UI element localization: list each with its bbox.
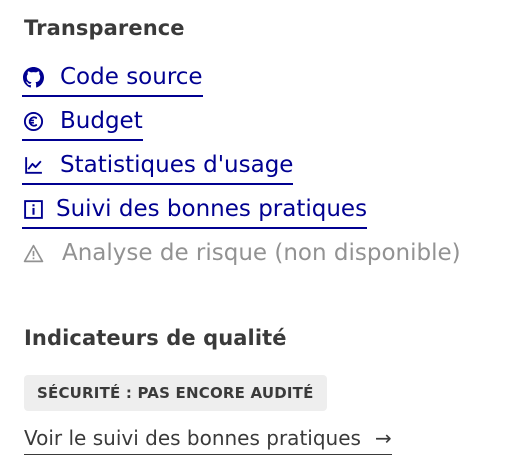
line-chart-icon	[22, 154, 44, 176]
list-item: Suivi des bonnes pratiques	[22, 194, 461, 238]
list-item: Analyse de risque (non disponible)	[22, 238, 461, 282]
warning-icon	[22, 242, 44, 264]
transparency-panel: Transparence Code source Budget Statisti…	[0, 0, 510, 476]
budget-label: Budget	[60, 108, 143, 134]
section-title-indicateurs-qualite: Indicateurs de qualité	[24, 326, 287, 350]
github-icon	[22, 66, 44, 88]
list-item: Code source	[22, 62, 461, 106]
budget-link[interactable]: Budget	[22, 106, 143, 141]
arrow-right-icon: →	[374, 426, 392, 450]
transparency-link-list: Code source Budget Statistiques d'usage …	[22, 62, 461, 282]
statistiques-label: Statistiques d'usage	[60, 152, 294, 178]
voir-suivi-link[interactable]: Voir le suivi des bonnes pratiques →	[24, 424, 392, 455]
info-icon	[22, 198, 44, 220]
code-source-label: Code source	[60, 64, 203, 90]
list-item: Statistiques d'usage	[22, 150, 461, 194]
euro-icon	[22, 110, 44, 132]
analyse-risque-label: Analyse de risque (non disponible)	[62, 240, 461, 266]
suivi-bonnes-pratiques-label: Suivi des bonnes pratiques	[56, 196, 368, 222]
voir-suivi-label: Voir le suivi des bonnes pratiques	[24, 426, 361, 450]
section-title-transparence: Transparence	[24, 16, 185, 40]
securite-status-badge: Sécurité : Pas encore audité	[24, 375, 327, 411]
statistiques-link[interactable]: Statistiques d'usage	[22, 150, 294, 185]
analyse-risque-item: Analyse de risque (non disponible)	[22, 238, 461, 268]
suivi-bonnes-pratiques-link[interactable]: Suivi des bonnes pratiques	[22, 194, 368, 229]
code-source-link[interactable]: Code source	[22, 62, 203, 97]
list-item: Budget	[22, 106, 461, 150]
